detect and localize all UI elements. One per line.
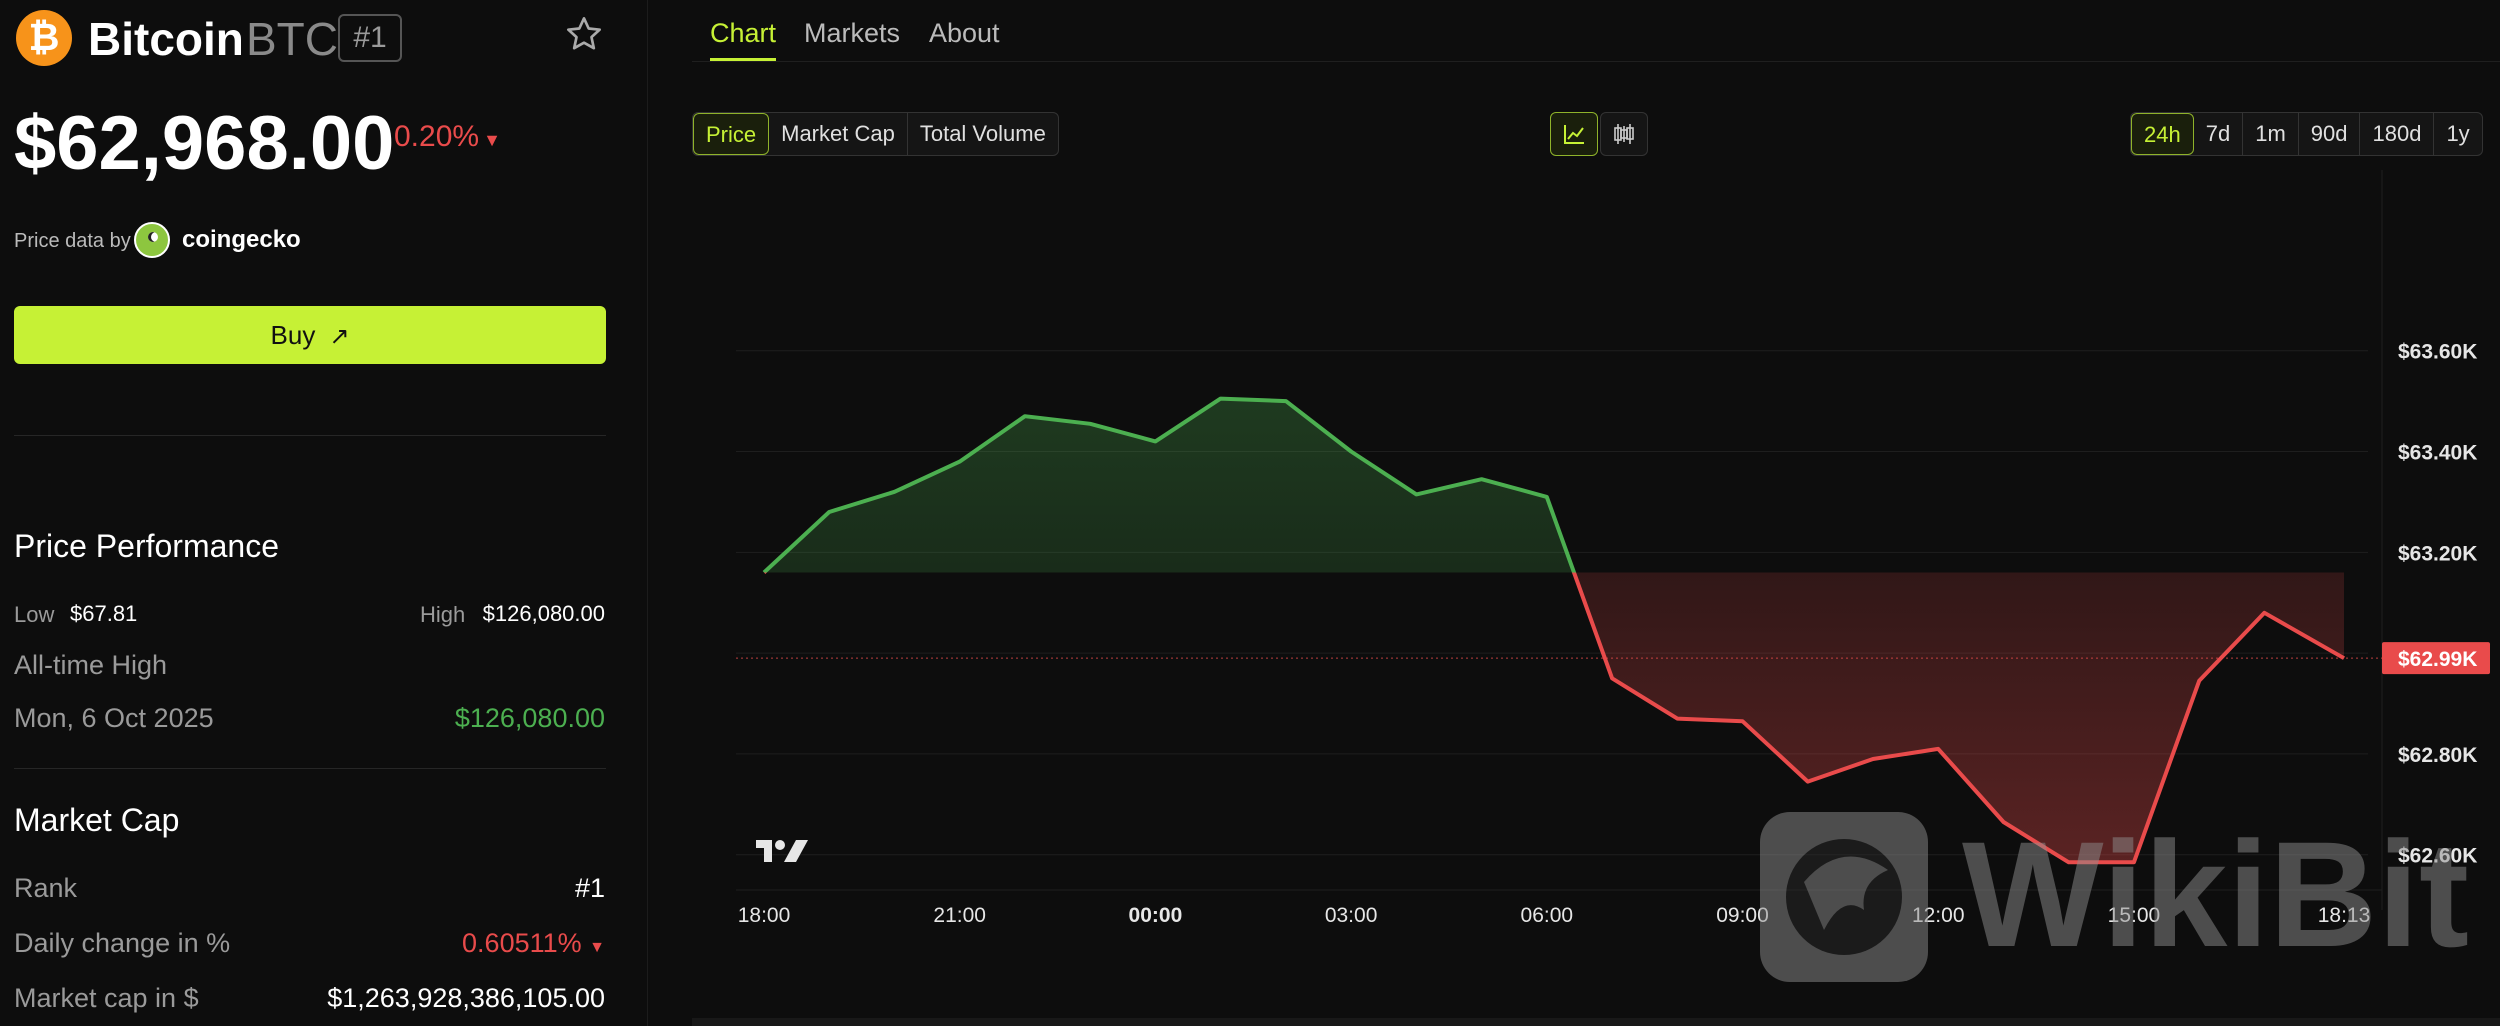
daily-change-label: Daily change in % [14,928,231,958]
price-change-value: 0.20% [394,120,480,153]
daily-change-number: 0.60511% [462,928,582,958]
y-tick-label: $63.20K [2398,542,2477,565]
buy-button-label: Buy [270,320,316,350]
provider-name[interactable]: coingecko [182,226,301,254]
low-value: $67.81 [70,601,138,626]
current-price-label: $62.99K [2398,648,2477,671]
range-7d-button[interactable]: 7d [2194,113,2244,155]
range-90d-button[interactable]: 90d [2299,113,2361,155]
high-value: $126,080.00 [482,601,605,626]
range-1m-button[interactable]: 1m [2243,113,2299,155]
buy-button[interactable]: Buy ↗ [14,306,606,364]
ath-label: All-time High [14,650,168,680]
x-tick-label: 06:00 [1521,904,1574,927]
x-tick-label: 00:00 [1129,904,1183,927]
price-change-pct: 0.20% ▼ [394,120,501,154]
x-tick-label: 21:00 [933,904,986,927]
tab-about[interactable]: About [929,18,1000,49]
metric-total-volume-button[interactable]: Total Volume [908,113,1058,155]
tab-markets[interactable]: Markets [804,18,900,49]
low-label: Low [14,602,55,627]
range-1y-button[interactable]: 1y [2434,113,2481,155]
line-chart-icon [1564,125,1584,144]
rank-badge: #1 [338,14,402,62]
market-cap-title: Market Cap [14,802,180,838]
down-triangle-icon: ▼ [589,939,605,956]
price-performance-title: Price Performance [14,528,279,564]
panel-footer [692,1018,2500,1026]
range-selector: 24h 7d 1m 90d 180d 1y [2130,112,2483,156]
high-label: High [420,602,466,627]
price-chart[interactable]: $62.60K$62.80K$63.00K$63.20K$63.40K$63.6… [692,170,2500,990]
rank-value: #1 [574,873,605,903]
x-tick-label: 18:00 [738,904,791,927]
candlestick-button[interactable] [1600,112,1648,156]
tab-chart[interactable]: Chart [710,18,776,49]
current-price: $62,968.00 [14,101,395,186]
coin-info-panel: ₿ Bitcoin BTC #1 $62,968.00 0.20% ▼ Price… [0,0,648,1026]
bitcoin-logo-icon: ₿ [16,10,72,66]
wikibit-watermark: WikiBit [1760,810,2469,982]
y-tick-label: $62.80K [2398,744,2477,767]
range-180d-button[interactable]: 180d [2360,113,2435,155]
app-root: ₿ Bitcoin BTC #1 $62,968.00 0.20% ▼ Price… [0,0,2500,1026]
coin-symbol: BTC [246,13,338,65]
coingecko-logo-icon [134,222,170,258]
y-tick-label: $63.40K [2398,442,2477,465]
tradingview-logo-icon [756,840,808,862]
range-24h-button[interactable]: 24h [2131,113,2194,155]
ath-value: $126,080.00 [454,703,605,733]
arrow-up-right-icon: ↗ [329,323,350,350]
coin-name: Bitcoin [88,13,244,65]
y-tick-label: $63.60K [2398,341,2477,364]
price-data-label: Price data by [14,230,131,252]
x-tick-label: 03:00 [1325,904,1378,927]
divider [14,768,606,769]
daily-change-value: 0.60511% ▼ [462,928,605,959]
candlestick-icon [1614,124,1634,144]
star-icon[interactable] [564,14,604,54]
market-cap-label: Market cap in $ [14,983,199,1013]
metric-market-cap-button[interactable]: Market Cap [769,113,908,155]
metric-selector: Price Market Cap Total Volume [692,112,1059,156]
down-triangle-icon: ▼ [483,130,501,150]
watermark-text: WikiBit [1962,810,2469,978]
rank-label: Rank [14,873,78,903]
ath-date: Mon, 6 Oct 2025 [14,703,214,733]
line-chart-button[interactable] [1550,112,1598,156]
metric-price-button[interactable]: Price [693,113,770,155]
tab-divider [692,61,2500,62]
divider [14,435,606,436]
market-cap-value: $1,263,928,386,105.00 [327,983,605,1013]
